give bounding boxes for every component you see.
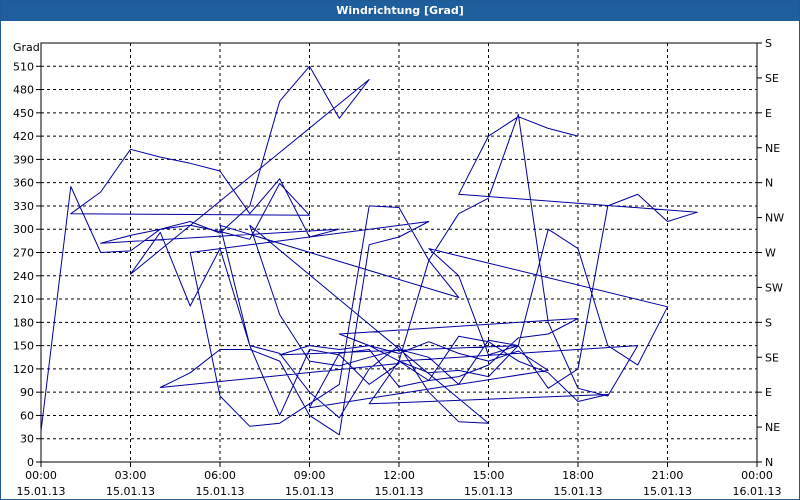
y-right-tick-label: SW — [765, 281, 783, 294]
x-tick-date: 16.01.13 — [733, 485, 782, 498]
x-tick-date: 15.01.13 — [464, 485, 513, 498]
y-axis-label: Grad — [13, 41, 40, 54]
x-tick-time: 21:00 — [652, 469, 684, 482]
y-right-tick-label: N — [765, 177, 773, 190]
y-tick-label: 90 — [20, 386, 34, 399]
chart-window: Windrichtung [Grad] Grad 0 30 60 90 120 150 18… — [0, 0, 800, 500]
x-tick-time: 18:00 — [562, 469, 594, 482]
series-line — [40, 65, 698, 436]
y-tick-label: 0 — [27, 456, 34, 469]
y-right-tick-label: N — [765, 456, 773, 469]
y-tick-label: 420 — [13, 130, 34, 143]
x-tick-date: 15.01.13 — [643, 485, 692, 498]
y-right-tick-label: SE — [765, 351, 779, 364]
y-tick-label: 330 — [13, 200, 34, 213]
y-right-tick-label: NE — [765, 142, 780, 155]
window-title: Windrichtung [Grad] — [1, 1, 799, 21]
y-axis-ticks-left: 0 30 60 90 120 150 180 210 240 270 300 330 360 390 420… — [13, 60, 41, 469]
y-tick-label: 360 — [13, 177, 34, 190]
y-right-tick-label: NE — [765, 421, 780, 434]
x-tick-time: 15:00 — [473, 469, 505, 482]
y-tick-label: 120 — [13, 363, 34, 376]
y-right-tick-label: S — [765, 37, 772, 50]
x-tick-date: 15.01.13 — [196, 485, 245, 498]
x-tick-time: 09:00 — [294, 469, 326, 482]
y-right-tick-label: NW — [765, 212, 784, 225]
y-right-tick-label: SE — [765, 72, 779, 85]
x-tick-date: 15.01.13 — [285, 485, 334, 498]
y-tick-label: 390 — [13, 153, 34, 166]
y-tick-label: 150 — [13, 340, 34, 353]
x-tick-date: 15.01.13 — [106, 485, 155, 498]
y-tick-label: 300 — [13, 223, 34, 236]
wind-direction-chart: Grad 0 30 60 90 120 150 180 210 240 270 300 330 360 3… — [13, 37, 784, 498]
y-tick-label: 210 — [13, 293, 34, 306]
x-tick-time: 03:00 — [115, 469, 147, 482]
x-tick-time: 06:00 — [204, 469, 236, 482]
x-tick-date: 15.01.13 — [17, 485, 66, 498]
x-tick-date: 15.01.13 — [375, 485, 424, 498]
grid — [41, 43, 757, 462]
y-tick-label: 510 — [13, 60, 34, 73]
y-tick-label: 30 — [20, 433, 34, 446]
x-tick-time: 12:00 — [383, 469, 415, 482]
y-right-tick-label: S — [765, 316, 772, 329]
y-tick-label: 480 — [13, 84, 34, 97]
y-right-tick-label: E — [765, 107, 772, 120]
y-tick-label: 60 — [20, 409, 34, 422]
y-tick-label: 240 — [13, 270, 34, 283]
series-layer — [40, 65, 698, 436]
y-right-tick-label: W — [765, 247, 776, 260]
y-right-tick-label: E — [765, 386, 772, 399]
x-tick-time: 00:00 — [25, 469, 57, 482]
x-axis-ticks: 00:00 15.01.13 03:00 15.01.13 06:00 15.01.13 0… — [17, 462, 782, 498]
y-tick-label: 270 — [13, 247, 34, 260]
x-tick-date: 15.01.13 — [554, 485, 603, 498]
x-tick-time: 00:00 — [741, 469, 773, 482]
y-axis-ticks-right: N NE E SE S SW W NW N NE E SE S — [757, 37, 784, 469]
y-tick-label: 180 — [13, 316, 34, 329]
y-tick-label: 450 — [13, 107, 34, 120]
